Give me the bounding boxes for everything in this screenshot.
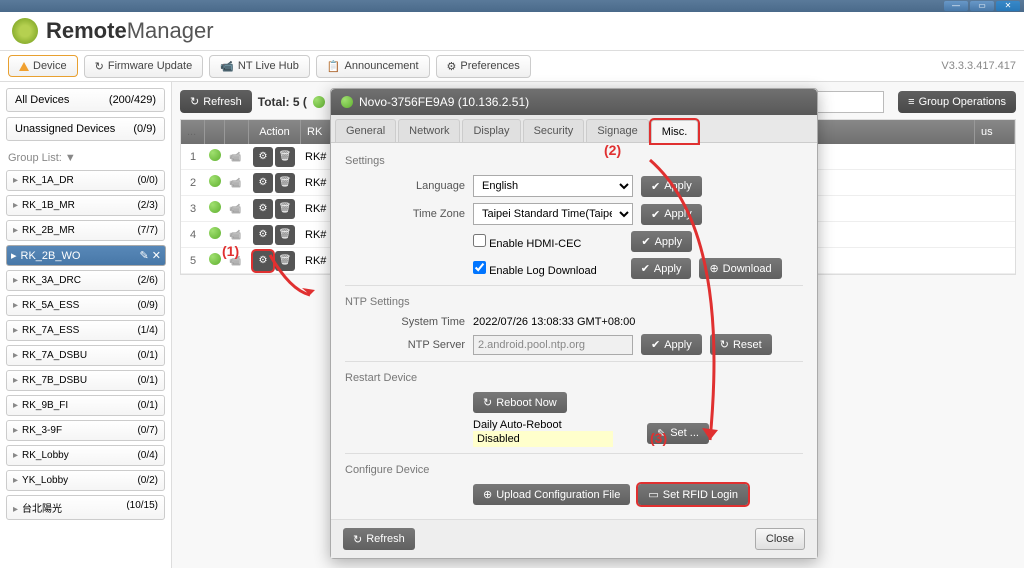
apply-log-button[interactable]: ✔ Apply (631, 258, 692, 279)
group-item[interactable]: ▸YK_Lobby(0/2) (6, 470, 165, 491)
set-auto-reboot-button[interactable]: ✎ Set ... (647, 423, 709, 444)
total-count: Total: 5 ( (258, 95, 307, 109)
gear-icon[interactable]: ⚙ (253, 147, 273, 167)
device-button[interactable]: Device (8, 55, 78, 77)
settings-section-header: Settings (345, 155, 803, 167)
group-item[interactable]: ▸RK_2B_MR(7/7) (6, 220, 165, 241)
maximize-button[interactable]: ▭ (970, 1, 994, 11)
apply-hdmi-button[interactable]: ✔ Apply (631, 231, 692, 252)
system-time-label: System Time (345, 316, 465, 328)
trash-icon[interactable]: 🗑 (275, 173, 295, 193)
tab-signage[interactable]: Signage (586, 119, 648, 142)
configure-section-header: Configure Device (345, 464, 803, 476)
tab-general[interactable]: General (335, 119, 396, 142)
trash-icon[interactable]: 🗑 (275, 225, 295, 245)
apply-language-button[interactable]: ✔ Apply (641, 176, 702, 197)
app-header: RemoteManager (0, 12, 1024, 50)
minimize-button[interactable]: — (944, 1, 968, 11)
language-label: Language (345, 180, 465, 192)
app-logo-icon (12, 18, 38, 44)
hdmi-cec-checkbox[interactable]: Enable HDMI-CEC (473, 234, 581, 250)
nt-live-hub-button[interactable]: 📹 NT Live Hub (209, 55, 310, 78)
status-dot-icon (313, 96, 325, 108)
apply-timezone-button[interactable]: ✔ Apply (641, 204, 702, 225)
group-item[interactable]: ▸台北陽光(10/15) (6, 495, 165, 520)
group-item[interactable]: ▸RK_9B_FI(0/1) (6, 395, 165, 416)
sidebar-all-devices[interactable]: All Devices(200/429) (6, 88, 165, 112)
download-log-button[interactable]: ⊕ Download (699, 258, 781, 279)
ntp-server-input[interactable] (473, 335, 633, 355)
modal-tabs: GeneralNetworkDisplaySecuritySignageMisc… (331, 115, 817, 143)
log-download-checkbox[interactable]: Enable Log Download (473, 261, 597, 277)
group-operations-button[interactable]: ≡ Group Operations (898, 91, 1016, 113)
group-item[interactable]: ▸RK_2B_WO ✎ ✕ (6, 245, 166, 266)
set-rfid-login-button[interactable]: ▭ Set RFID Login (638, 484, 748, 505)
preferences-button[interactable]: ⚙ Preferences (436, 55, 531, 78)
close-window-button[interactable]: ✕ (996, 1, 1020, 11)
apply-ntp-button[interactable]: ✔ Apply (641, 334, 702, 355)
sidebar-unassigned[interactable]: Unassigned Devices(0/9) (6, 117, 165, 141)
gear-icon[interactable]: ⚙ (253, 199, 273, 219)
group-item[interactable]: ▸RK_3-9F(0/7) (6, 420, 165, 441)
modal-header: Novo-3756FE9A9 (10.136.2.51) (331, 89, 817, 115)
auto-reboot-label: Daily Auto-Reboot (473, 419, 613, 431)
refresh-button[interactable]: ↻ Refresh (180, 90, 252, 113)
group-item[interactable]: ▸RK_7B_DSBU(0/1) (6, 370, 165, 391)
group-item[interactable]: ▸RK_Lobby(0/4) (6, 445, 165, 466)
restart-section-header: Restart Device (345, 372, 803, 384)
modal-close-button[interactable]: Close (755, 528, 805, 550)
system-time-value: 2022/07/26 13:08:33 GMT+08:00 (473, 316, 635, 328)
trash-icon[interactable]: 🗑 (275, 199, 295, 219)
group-item[interactable]: ▸RK_3A_DRC(2/6) (6, 270, 165, 291)
device-settings-modal: Novo-3756FE9A9 (10.136.2.51) GeneralNetw… (330, 88, 818, 559)
tab-security[interactable]: Security (523, 119, 585, 142)
auto-reboot-value: Disabled (473, 431, 613, 447)
upload-config-button[interactable]: ⊕ Upload Configuration File (473, 484, 630, 505)
ntp-section-header: NTP Settings (345, 296, 803, 308)
gear-icon[interactable]: ⚙ (253, 173, 273, 193)
reset-ntp-button[interactable]: ↻ Reset (710, 334, 772, 355)
modal-refresh-button[interactable]: ↻ Refresh (343, 528, 415, 550)
app-title: RemoteManager (46, 18, 214, 44)
status-dot-icon (341, 96, 353, 108)
main-toolbar: Device ↻ Firmware Update 📹 NT Live Hub 📋… (0, 50, 1024, 82)
tab-network[interactable]: Network (398, 119, 460, 142)
sidebar: All Devices(200/429) Unassigned Devices(… (0, 82, 172, 568)
language-select[interactable]: English (473, 175, 633, 197)
window-titlebar: — ▭ ✕ (0, 0, 1024, 12)
trash-icon[interactable]: 🗑 (275, 147, 295, 167)
group-item[interactable]: ▸RK_7A_ESS(1/4) (6, 320, 165, 341)
trash-icon[interactable]: 🗑 (275, 251, 295, 271)
announcement-button[interactable]: 📋 Announcement (316, 55, 430, 78)
timezone-select[interactable]: Taipei Standard Time(Taipei) (GI (473, 203, 633, 225)
modal-title: Novo-3756FE9A9 (10.136.2.51) (359, 95, 529, 109)
group-list-header[interactable]: Group List: ▼ (6, 146, 165, 170)
version-label: V3.3.3.417.417 (941, 60, 1016, 72)
group-item[interactable]: ▸RK_1A_DR(0/0) (6, 170, 165, 191)
tab-misc[interactable]: Misc. (651, 120, 699, 143)
gear-icon[interactable]: ⚙ (253, 251, 273, 271)
warning-icon (19, 62, 29, 71)
timezone-label: Time Zone (345, 208, 465, 220)
firmware-update-button[interactable]: ↻ Firmware Update (84, 55, 204, 78)
group-item[interactable]: ▸RK_1B_MR(2/3) (6, 195, 165, 216)
tab-display[interactable]: Display (462, 119, 520, 142)
ntp-server-label: NTP Server (345, 339, 465, 351)
group-item[interactable]: ▸RK_7A_DSBU(0/1) (6, 345, 165, 366)
gear-icon[interactable]: ⚙ (253, 225, 273, 245)
group-item[interactable]: ▸RK_5A_ESS(0/9) (6, 295, 165, 316)
reboot-now-button[interactable]: ↻ Reboot Now (473, 392, 567, 413)
